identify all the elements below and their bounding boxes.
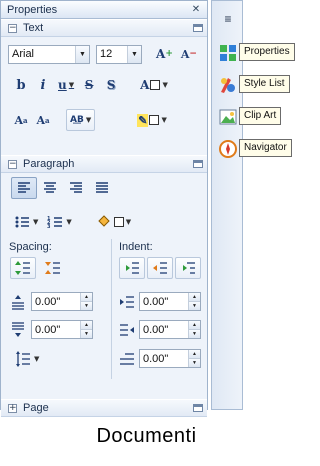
close-icon[interactable]: ✕ (189, 4, 203, 15)
navigator-icon (219, 140, 237, 158)
expand-icon[interactable]: + (8, 403, 17, 413)
text-section-body: Arial ▼ 12 ▼ A + A − b i u ▼ S S A ▼ Aa Aa A… (1, 37, 207, 139)
collapse-icon[interactable]: − (8, 159, 17, 169)
increase-spacing-button[interactable] (10, 257, 36, 279)
paragraph-section-body: ▼ 1 2 3 ▼ ▼ Spacing: Indent: 0.00" ▲ ▼ 0… (1, 173, 207, 383)
style-list-icon (221, 78, 235, 93)
text-section-label: Text (23, 22, 44, 34)
indent-after-value: 0.00" (143, 323, 169, 336)
indent-first-line-value: 0.00" (143, 352, 169, 365)
underline-button[interactable]: u ▼ (54, 74, 78, 96)
bold-button[interactable]: b (10, 74, 32, 96)
above-spacing-icon (12, 294, 24, 310)
chevron-down-icon[interactable]: ▼ (127, 45, 141, 63)
properties-icon (220, 45, 236, 61)
caption: Documenti (96, 425, 197, 447)
subscript-button[interactable]: Aa (32, 109, 54, 131)
sidebar-item-label: Style List (239, 75, 290, 93)
align-center-button[interactable] (37, 177, 63, 199)
sidebar-deck: ≡ (211, 0, 243, 410)
shadow-button[interactable]: S (100, 74, 122, 96)
font-size-value: 12 (100, 48, 113, 60)
background-color-button[interactable]: ▼ (92, 211, 135, 233)
indent-before-value: 0.00" (143, 295, 169, 308)
align-left-button[interactable] (11, 177, 37, 199)
sidebar-item-label: Clip Art (239, 107, 282, 125)
paragraph-section-header[interactable]: − Paragraph (1, 155, 207, 173)
collapse-icon[interactable]: − (8, 23, 17, 33)
spacing-above-value: 0.00" (35, 295, 61, 308)
spacing-below-spinbox[interactable]: 0.00" ▲ ▼ (31, 320, 93, 339)
spin-up-icon[interactable]: ▲ (189, 293, 200, 301)
spin-up-icon[interactable]: ▲ (81, 321, 92, 329)
sidebar-item-properties[interactable] (216, 41, 240, 65)
italic-button[interactable]: i (32, 74, 54, 96)
decrease-spacing-button[interactable] (40, 257, 66, 279)
before-text-indent-icon (120, 295, 134, 308)
spacing-below-value: 0.00" (35, 323, 61, 336)
more-options-icon[interactable] (193, 160, 203, 168)
spacing-label: Spacing: (9, 241, 52, 253)
font-size-combo[interactable]: 12 ▼ (96, 44, 142, 64)
font-color-button[interactable]: A ▼ (136, 74, 172, 96)
clip-art-icon (219, 109, 237, 125)
text-section-header[interactable]: − Text (1, 19, 207, 37)
more-options-icon[interactable] (193, 24, 203, 32)
chevron-down-icon[interactable]: ▼ (75, 45, 89, 63)
superscript-button[interactable]: Aa (10, 109, 32, 131)
spin-down-icon[interactable]: ▼ (81, 329, 92, 338)
spin-down-icon[interactable]: ▼ (189, 358, 200, 367)
align-right-button[interactable] (63, 177, 89, 199)
strikethrough-button[interactable]: S (78, 74, 100, 96)
sidebar-item-style-list[interactable] (216, 73, 240, 97)
more-options-icon[interactable] (193, 404, 203, 412)
indent-first-line-spinbox[interactable]: 0.00" ▲ ▼ (139, 349, 201, 368)
grow-font-button[interactable]: A + (152, 43, 177, 65)
indent-after-spinbox[interactable]: 0.00" ▲ ▼ (139, 320, 201, 339)
spin-up-icon[interactable]: ▲ (189, 350, 200, 358)
font-name-value: Arial (12, 48, 35, 60)
spin-down-icon[interactable]: ▼ (81, 301, 92, 310)
bullets-button[interactable]: ▼ (9, 211, 42, 233)
line-spacing-button[interactable]: ▼ (10, 349, 43, 369)
decrease-indent-button[interactable] (147, 257, 173, 279)
font-name-combo[interactable]: Arial ▼ (8, 44, 90, 64)
panel-title: Properties (7, 3, 58, 16)
spin-up-icon[interactable]: ▲ (81, 293, 92, 301)
svg-text:3: 3 (47, 224, 51, 230)
shrink-font-button[interactable]: A − (177, 43, 201, 65)
page-section-header[interactable]: + Page (1, 399, 207, 417)
hanging-indent-button[interactable] (175, 257, 201, 279)
sidebar-item-label: Properties (239, 43, 295, 61)
first-line-indent-icon (120, 352, 134, 365)
numbering-button[interactable]: 1 2 3 ▼ (42, 211, 75, 233)
after-text-indent-icon (120, 323, 134, 336)
sidebar-item-label: Navigator (239, 139, 292, 157)
sidebar-item-clip-art[interactable] (216, 105, 240, 129)
increase-indent-button[interactable] (119, 257, 145, 279)
spin-up-icon[interactable]: ▲ (189, 321, 200, 329)
panel-title-bar: Properties ✕ (1, 1, 207, 19)
character-spacing-button[interactable]: A͟B ▼ (66, 109, 96, 131)
paragraph-section-label: Paragraph (23, 158, 75, 170)
page-section-label: Page (23, 402, 49, 414)
justify-button[interactable] (89, 177, 115, 199)
indent-label: Indent: (119, 241, 153, 253)
spin-down-icon[interactable]: ▼ (189, 329, 200, 338)
highlight-color-button[interactable]: ✎ ▼ (133, 109, 171, 131)
sidebar-menu-icon[interactable]: ≡ (216, 7, 240, 31)
spacing-above-spinbox[interactable]: 0.00" ▲ ▼ (31, 292, 93, 311)
sidebar-item-navigator[interactable] (216, 137, 240, 161)
below-spacing-icon (12, 321, 24, 337)
spin-down-icon[interactable]: ▼ (189, 301, 200, 310)
indent-before-spinbox[interactable]: 0.00" ▲ ▼ (139, 292, 201, 311)
properties-panel: Properties ✕ − Text Arial ▼ 12 ▼ A + A − b… (0, 0, 208, 417)
